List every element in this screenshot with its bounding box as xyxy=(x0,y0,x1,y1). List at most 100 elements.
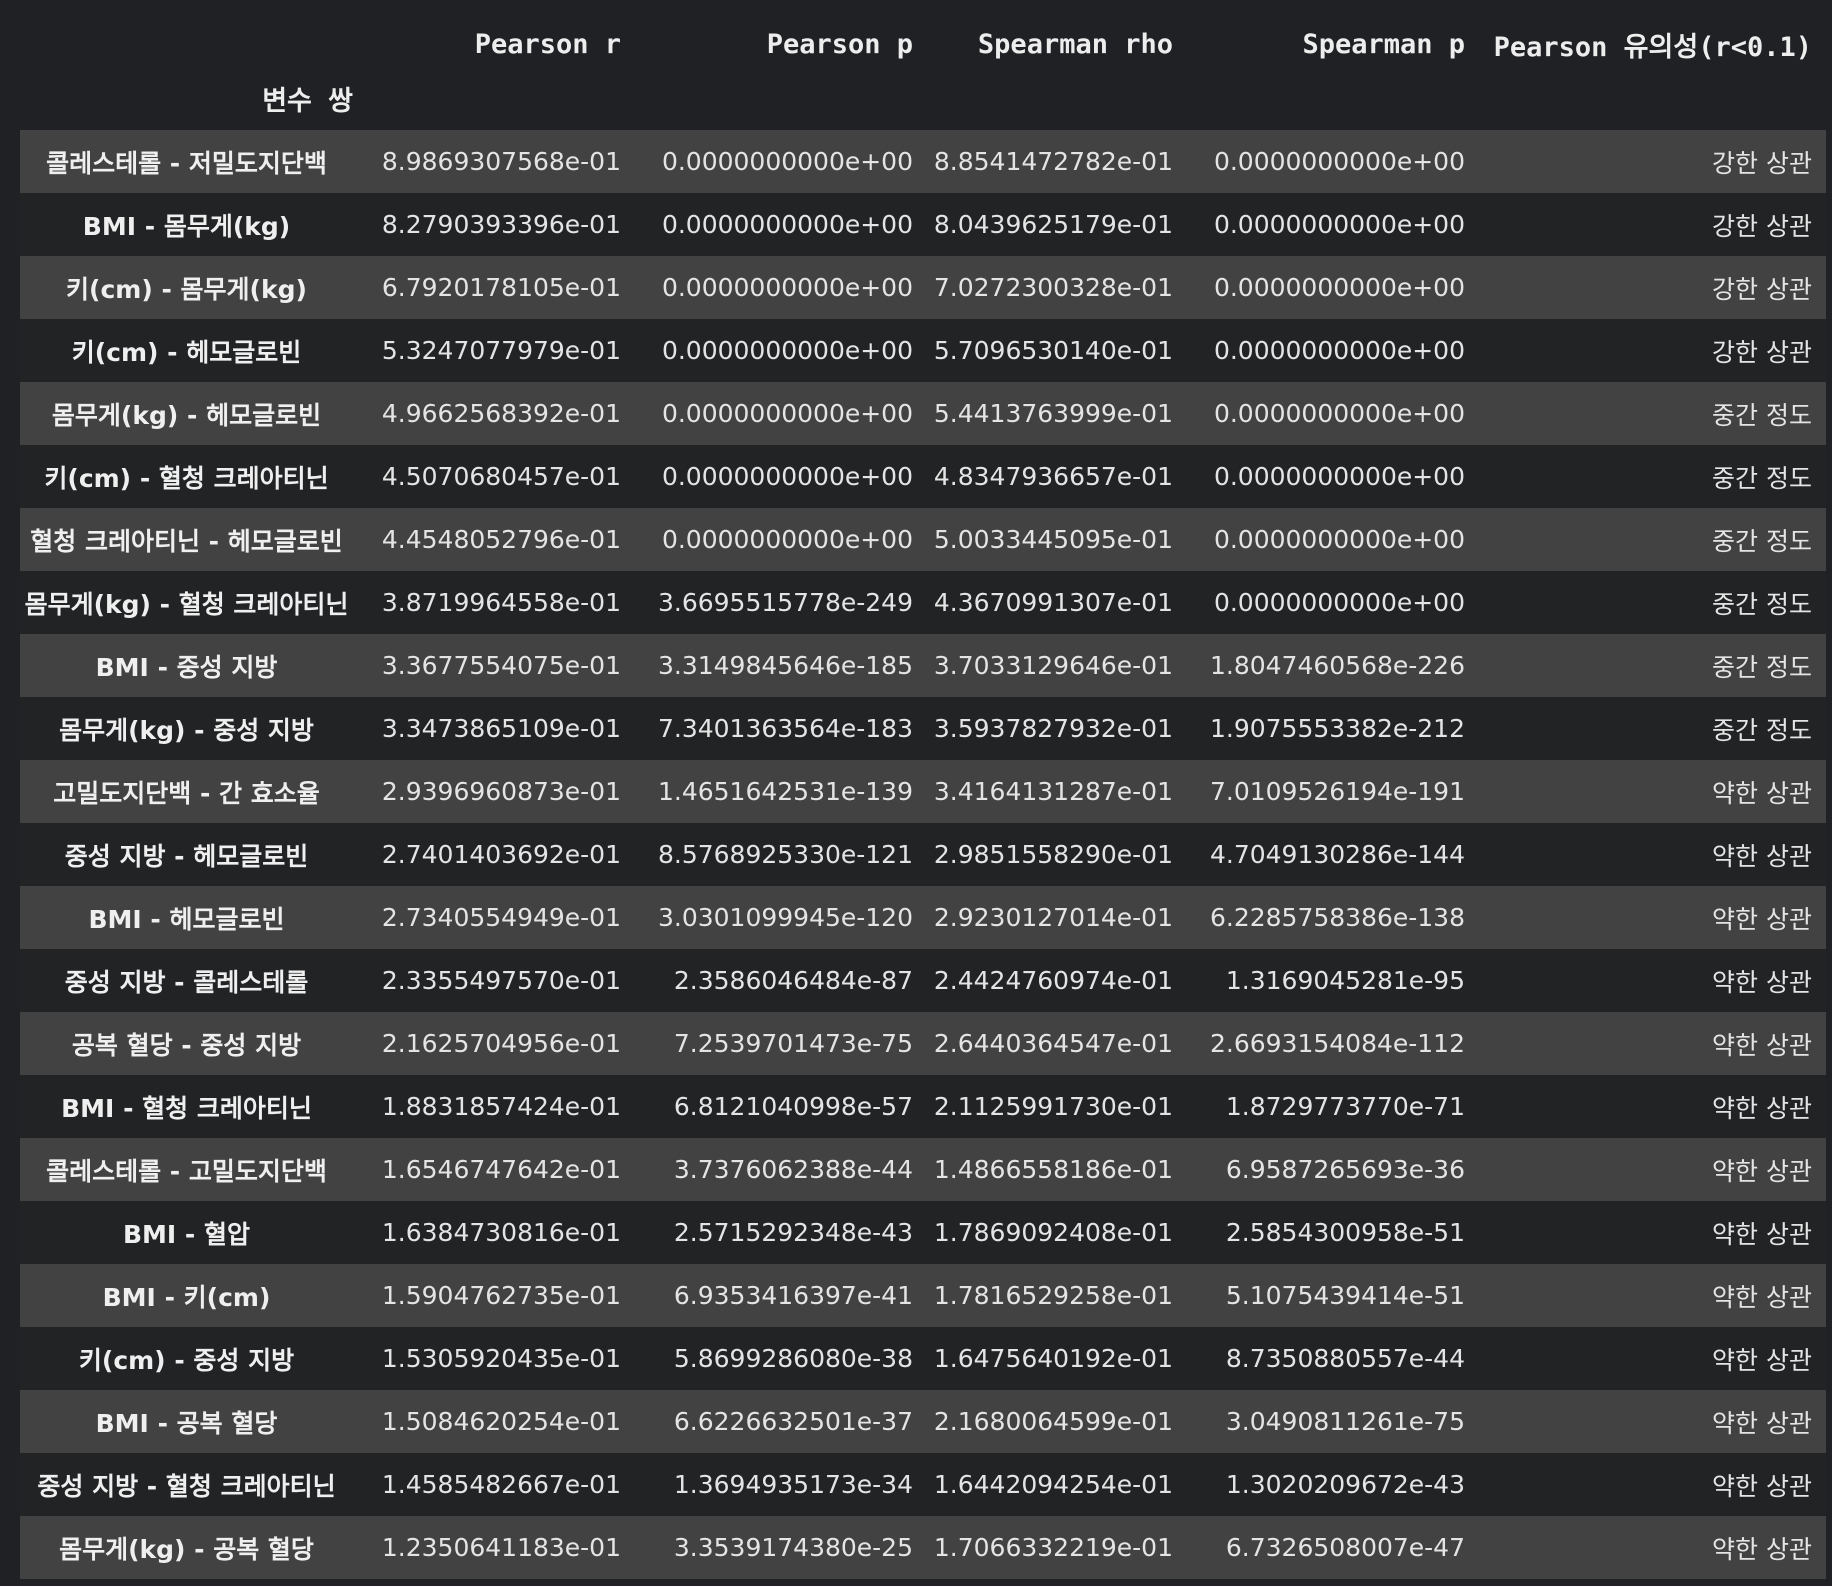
spearman-p-cell: 1.8729773770e-71 xyxy=(1225,1092,1465,1121)
table-row: 키(cm) - 몸무게(kg) 6.7920178105e-01 0.0000000… xyxy=(20,256,1826,319)
table-row: 콜레스테롤 - 저밀도지단백 8.9869307568e-01 0.00000000… xyxy=(20,130,1826,193)
pearson-p-cell: 8.5768925330e-121 xyxy=(657,840,913,869)
spearman-rho-cell: 1.6475640192e-01 xyxy=(933,1344,1173,1373)
spearman-rho-cell: 3.7033129646e-01 xyxy=(933,651,1173,680)
spearman-p-cell: 2.5854300958e-51 xyxy=(1225,1218,1465,1247)
table-body: 콜레스테롤 - 저밀도지단백 8.9869307568e-01 0.00000000… xyxy=(20,130,1826,1579)
spearman-rho-cell: 5.0033445095e-01 xyxy=(933,525,1173,554)
pearson-p-cell: 0.0000000000e+00 xyxy=(661,210,913,239)
spearman-p-cell: 1.3169045281e-95 xyxy=(1225,966,1465,995)
pearson-r-cell: 4.4548052796e-01 xyxy=(381,525,621,554)
significance-cell: 약한 상관 xyxy=(1712,1219,1812,1249)
spearman-p-cell: 4.7049130286e-144 xyxy=(1209,840,1465,869)
spearman-p-cell: 0.0000000000e+00 xyxy=(1213,588,1465,617)
row-index-label: 키(cm) - 헤모글로빈 xyxy=(71,337,302,367)
table-row: 키(cm) - 중성 지방 1.5305920435e-01 5.869928608… xyxy=(20,1327,1826,1390)
pearson-r-cell: 8.2790393396e-01 xyxy=(381,210,621,239)
significance-cell: 강한 상관 xyxy=(1712,274,1812,304)
row-index-label: 중성 지방 - 헤모글로빈 xyxy=(64,841,309,871)
spearman-p-cell: 8.7350880557e-44 xyxy=(1225,1344,1465,1373)
significance-cell: 강한 상관 xyxy=(1712,337,1812,367)
row-index-label: 콜레스테롤 - 저밀도지단백 xyxy=(46,148,327,178)
pearson-r-cell: 4.9662568392e-01 xyxy=(381,399,621,428)
spearman-p-cell: 1.9075553382e-212 xyxy=(1209,714,1465,743)
pearson-p-cell: 7.2539701473e-75 xyxy=(673,1029,913,1058)
correlation-dataframe: Pearson r Pearson p Spearman rho Spearma… xyxy=(20,22,1826,1579)
pearson-r-cell: 1.5904762735e-01 xyxy=(381,1281,621,1310)
notebook-output: Pearson r Pearson p Spearman rho Spearma… xyxy=(0,0,1832,1586)
significance-cell: 중간 정도 xyxy=(1712,400,1812,430)
spearman-rho-cell: 4.8347936657e-01 xyxy=(933,462,1173,491)
table-row: 콜레스테롤 - 고밀도지단백 1.6546747642e-01 3.73760623… xyxy=(20,1138,1826,1201)
column-header: Pearson p xyxy=(766,28,913,60)
spearman-p-cell: 0.0000000000e+00 xyxy=(1213,525,1465,554)
row-index-label: 키(cm) - 중성 지방 xyxy=(78,1345,295,1375)
significance-cell: 약한 상관 xyxy=(1712,1345,1812,1375)
spearman-rho-cell: 8.8541472782e-01 xyxy=(933,147,1173,176)
spearman-p-cell: 6.9587265693e-36 xyxy=(1225,1155,1465,1184)
table-row: 공복 혈당 - 중성 지방 2.1625704956e-01 7.253970147… xyxy=(20,1012,1826,1075)
significance-cell: 중간 정도 xyxy=(1712,589,1812,619)
table-row: BMI - 혈압 1.6384730816e-01 2.5715292348e-43… xyxy=(20,1201,1826,1264)
pearson-p-cell: 3.7376062388e-44 xyxy=(673,1155,913,1184)
index-name-row: 변수 쌍 xyxy=(20,66,1826,130)
pearson-r-cell: 1.2350641183e-01 xyxy=(381,1533,621,1562)
significance-cell: 강한 상관 xyxy=(1712,148,1812,178)
significance-cell: 약한 상관 xyxy=(1712,1534,1812,1564)
pearson-p-cell: 0.0000000000e+00 xyxy=(661,462,913,491)
table-row: 중성 지방 - 혈청 크레아티닌 1.4585482667e-01 1.369493… xyxy=(20,1453,1826,1516)
spearman-p-cell: 3.0490811261e-75 xyxy=(1225,1407,1465,1436)
table-row: BMI - 중성 지방 3.3677554075e-01 3.3149845646e… xyxy=(20,634,1826,697)
table-row: BMI - 헤모글로빈 2.7340554949e-01 3.0301099945e… xyxy=(20,886,1826,949)
pearson-r-cell: 2.7340554949e-01 xyxy=(381,903,621,932)
pearson-p-cell: 5.8699286080e-38 xyxy=(673,1344,913,1373)
pearson-r-cell: 2.3355497570e-01 xyxy=(381,966,621,995)
spearman-rho-cell: 1.7066332219e-01 xyxy=(933,1533,1173,1562)
pearson-r-cell: 1.6384730816e-01 xyxy=(381,1218,621,1247)
row-index-label: BMI - 혈압 xyxy=(122,1219,251,1249)
spearman-rho-cell: 2.6440364547e-01 xyxy=(933,1029,1173,1058)
significance-cell: 약한 상관 xyxy=(1712,778,1812,808)
table-row: 몸무게(kg) - 중성 지방 3.3473865109e-01 7.3401363… xyxy=(20,697,1826,760)
table-row: 중성 지방 - 콜레스테롤 2.3355497570e-01 2.358604648… xyxy=(20,949,1826,1012)
pearson-r-cell: 2.9396960873e-01 xyxy=(381,777,621,806)
row-index-label: 키(cm) - 혈청 크레아티닌 xyxy=(44,463,329,493)
pearson-r-cell: 1.5084620254e-01 xyxy=(381,1407,621,1436)
significance-cell: 약한 상관 xyxy=(1712,841,1812,871)
significance-cell: 약한 상관 xyxy=(1712,1156,1812,1186)
index-name: 변수 쌍 xyxy=(262,85,353,117)
significance-cell: 약한 상관 xyxy=(1712,1408,1812,1438)
pearson-p-cell: 6.6226632501e-37 xyxy=(673,1407,913,1436)
pearson-r-cell: 8.9869307568e-01 xyxy=(381,147,621,176)
pearson-r-cell: 6.7920178105e-01 xyxy=(381,273,621,302)
significance-cell: 약한 상관 xyxy=(1712,1282,1812,1312)
row-index-label: 중성 지방 - 혈청 크레아티닌 xyxy=(37,1471,336,1501)
spearman-rho-cell: 1.4866558186e-01 xyxy=(933,1155,1173,1184)
spearman-p-cell: 5.1075439414e-51 xyxy=(1225,1281,1465,1310)
row-index-label: BMI - 공복 혈당 xyxy=(95,1408,278,1438)
spearman-rho-cell: 2.1680064599e-01 xyxy=(933,1407,1173,1436)
pearson-p-cell: 7.3401363564e-183 xyxy=(657,714,913,743)
table-row: 고밀도지단백 - 간 효소율 2.9396960873e-01 1.46516425… xyxy=(20,760,1826,823)
significance-cell: 중간 정도 xyxy=(1712,652,1812,682)
spearman-p-cell: 1.8047460568e-226 xyxy=(1209,651,1465,680)
pearson-r-cell: 2.1625704956e-01 xyxy=(381,1029,621,1058)
row-index-label: BMI - 키(cm) xyxy=(102,1282,271,1312)
pearson-p-cell: 0.0000000000e+00 xyxy=(661,336,913,365)
pearson-p-cell: 3.6695515778e-249 xyxy=(657,588,913,617)
row-index-label: BMI - 혈청 크레아티닌 xyxy=(61,1093,312,1123)
spearman-p-cell: 0.0000000000e+00 xyxy=(1213,399,1465,428)
pearson-r-cell: 1.5305920435e-01 xyxy=(381,1344,621,1373)
spearman-rho-cell: 1.7869092408e-01 xyxy=(933,1218,1173,1247)
table-row: 키(cm) - 혈청 크레아티닌 4.5070680457e-01 0.000000… xyxy=(20,445,1826,508)
pearson-r-cell: 1.4585482667e-01 xyxy=(381,1470,621,1499)
table-row: BMI - 키(cm) 1.5904762735e-01 6.9353416397e… xyxy=(20,1264,1826,1327)
significance-cell: 강한 상관 xyxy=(1712,211,1812,241)
spearman-rho-cell: 2.4424760974e-01 xyxy=(933,966,1173,995)
row-index-label: 고밀도지단백 - 간 효소율 xyxy=(53,778,320,808)
pearson-p-cell: 0.0000000000e+00 xyxy=(661,525,913,554)
row-index-label: 콜레스테롤 - 고밀도지단백 xyxy=(46,1156,327,1186)
spearman-p-cell: 6.2285758386e-138 xyxy=(1209,903,1465,932)
spearman-rho-cell: 8.0439625179e-01 xyxy=(933,210,1173,239)
row-index-label: BMI - 헤모글로빈 xyxy=(88,904,285,934)
